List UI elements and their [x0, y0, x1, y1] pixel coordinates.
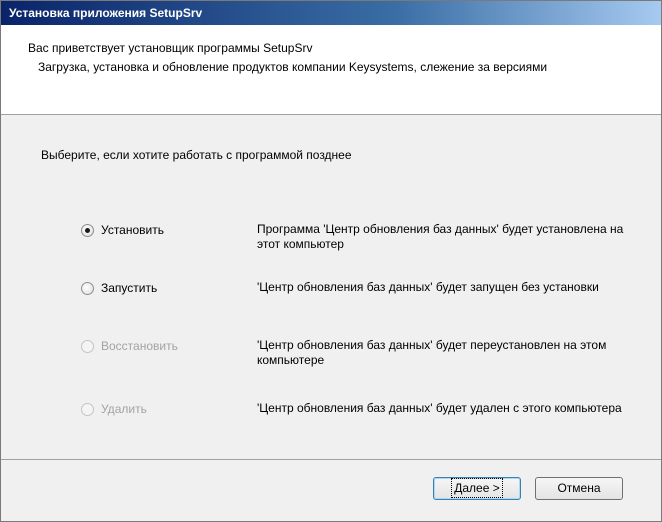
- radio-checked-icon[interactable]: [81, 223, 94, 237]
- button-bar: Далее > Отмена: [1, 461, 661, 521]
- cancel-button[interactable]: Отмена: [535, 477, 623, 500]
- option-remove: Удалить 'Центр обновления баз данных' бу…: [81, 399, 622, 439]
- radio-disabled-icon: [81, 402, 94, 416]
- next-button-label: Далее >: [451, 478, 503, 498]
- radio-run[interactable]: Запустить: [81, 280, 157, 296]
- radio-remove-label: Удалить: [101, 402, 147, 416]
- window-title: Установка приложения SetupSrv: [1, 1, 661, 25]
- radio-repair: Восстановить: [81, 338, 178, 354]
- option-run-description: 'Центр обновления баз данных' будет запу…: [257, 280, 599, 294]
- radio-unchecked-icon[interactable]: [81, 281, 94, 295]
- header-area: Вас приветствует установщик программы Se…: [1, 25, 661, 115]
- radio-repair-label: Восстановить: [101, 339, 178, 353]
- radio-remove: Удалить: [81, 401, 147, 417]
- option-repair: Восстановить 'Центр обновления баз данны…: [81, 336, 621, 376]
- radio-install[interactable]: Установить: [81, 222, 164, 238]
- option-install[interactable]: Установить Программа 'Центр обновления б…: [81, 220, 623, 260]
- next-button[interactable]: Далее >: [433, 477, 521, 500]
- installer-window: Установка приложения SetupSrv Вас привет…: [0, 0, 662, 522]
- radio-run-label[interactable]: Запустить: [101, 281, 157, 295]
- options-panel: Выберите, если хотите работать с програм…: [1, 116, 661, 460]
- welcome-text: Вас приветствует установщик программы Se…: [28, 41, 313, 55]
- header-description: Загрузка, установка и обновление продукт…: [38, 60, 548, 74]
- radio-disabled-icon: [81, 339, 94, 353]
- option-run[interactable]: Запустить 'Центр обновления баз данных' …: [81, 278, 621, 318]
- radio-install-label[interactable]: Установить: [101, 223, 164, 237]
- option-install-description: Программа 'Центр обновления баз данных' …: [257, 222, 624, 251]
- option-repair-description: 'Центр обновления баз данных' будет пере…: [257, 338, 607, 367]
- options-prompt: Выберите, если хотите работать с програм…: [41, 148, 352, 162]
- option-remove-description: 'Центр обновления баз данных' будет удал…: [257, 401, 622, 415]
